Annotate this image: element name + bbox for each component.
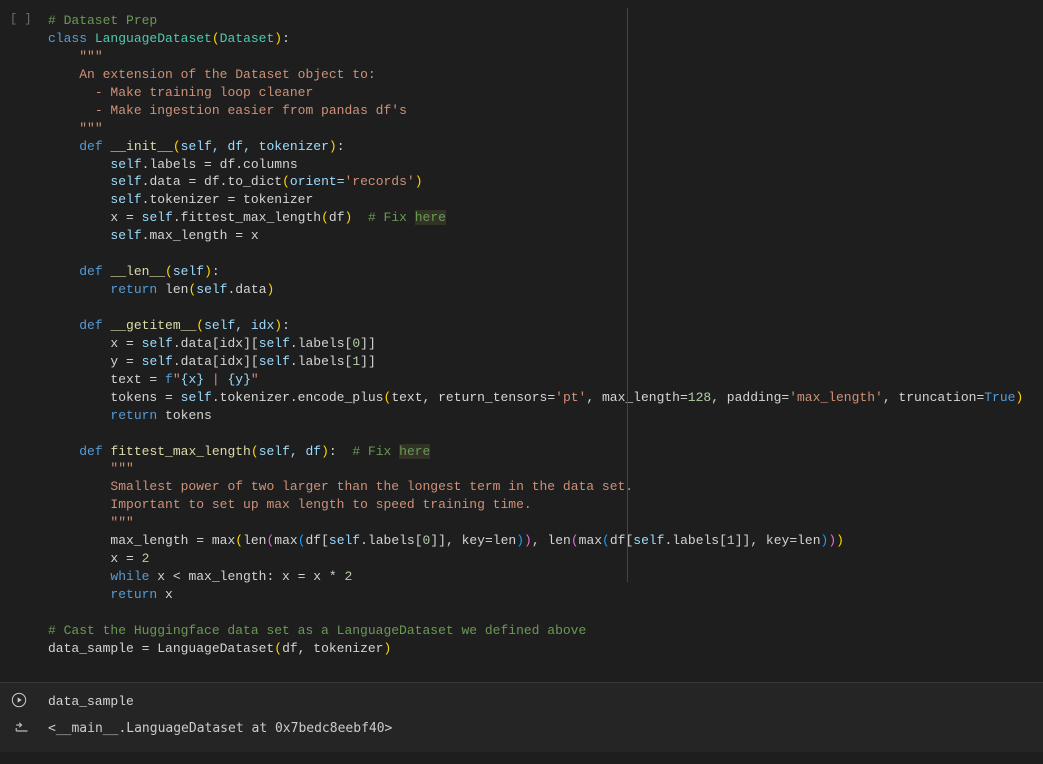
cell-gutter: [ ] xyxy=(10,12,40,26)
pane-divider xyxy=(627,8,628,582)
run-cell-button[interactable] xyxy=(10,691,28,709)
code-editor[interactable]: # Dataset Prep class LanguageDataset(Dat… xyxy=(48,8,1043,662)
code-editor-2[interactable]: data_sample xyxy=(48,689,1043,715)
output-arrow-icon xyxy=(14,721,32,735)
exec-indicator: [ ] xyxy=(10,12,32,26)
code-cell-1[interactable]: [ ] # Dataset Prep class LanguageDataset… xyxy=(0,0,1043,670)
cell-gutter-2[interactable] xyxy=(10,691,40,712)
code-cell-2[interactable]: data_sample <__main__.LanguageDataset at… xyxy=(0,682,1043,752)
cell-output: <__main__.LanguageDataset at 0x7bedc8eeb… xyxy=(0,715,1043,746)
output-gutter-icon xyxy=(0,721,48,735)
output-text: <__main__.LanguageDataset at 0x7bedc8eeb… xyxy=(48,721,392,736)
play-icon xyxy=(11,692,27,708)
